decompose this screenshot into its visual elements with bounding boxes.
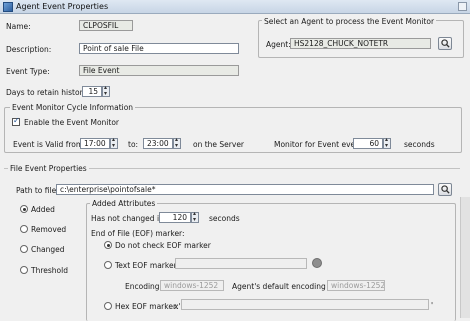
eof-text-option-button	[312, 258, 322, 268]
hex-suffix: '	[431, 301, 434, 310]
eof-hex-radio[interactable]	[104, 302, 112, 310]
on-server-label: on the Server	[193, 140, 245, 149]
close-icon[interactable]	[458, 2, 467, 11]
mode-threshold-label: Threshold	[31, 266, 68, 275]
magnifier-icon	[441, 39, 450, 48]
monitor-every-label: Monitor for Event every:	[274, 140, 365, 149]
not-changed-spinner[interactable]	[191, 210, 199, 223]
valid-to-input[interactable]: 23:00	[143, 138, 173, 149]
path-input[interactable]: c:\enterprise\pointofsale*	[56, 184, 434, 195]
enable-monitor-checkbox[interactable]	[12, 116, 20, 126]
not-changed-input[interactable]: 120	[159, 212, 191, 223]
cycle-group-legend: Event Monitor Cycle Information	[10, 103, 136, 112]
eof-text-radio[interactable]	[104, 261, 112, 269]
name-field: CLPOSFIL	[79, 20, 133, 31]
eof-text-label: Text EOF marker:	[115, 261, 180, 270]
path-browse-button[interactable]	[438, 183, 452, 196]
agent-search-button[interactable]	[438, 37, 452, 50]
event-type-label: Event Type:	[6, 67, 50, 76]
title-bar: Agent Event Properties	[0, 0, 470, 14]
valid-from-spinner[interactable]	[110, 136, 118, 149]
not-changed-seconds-label: seconds	[209, 214, 240, 223]
agent-label: Agent:	[266, 40, 291, 49]
eof-hex-input	[181, 299, 429, 310]
valid-from-input[interactable]: 17:00	[80, 138, 110, 149]
days-retain-input[interactable]: 15	[82, 86, 102, 97]
vertical-scrollbar[interactable]	[460, 197, 470, 318]
description-input[interactable]: Point of sale File	[79, 43, 239, 54]
description-label: Description:	[6, 45, 52, 54]
days-retain-spinner[interactable]	[102, 84, 110, 97]
path-label: Path to file:	[16, 186, 59, 195]
default-encoding-field: windows-1252	[327, 280, 385, 291]
file-event-legend: File Event Properties	[8, 164, 89, 173]
agent-field: HS2128_CHUCK_NOTETR	[290, 38, 431, 49]
valid-from-label: Event is Valid from:	[13, 140, 86, 149]
encoding-label: Encoding:	[125, 282, 163, 291]
monitor-seconds-label: seconds	[404, 140, 435, 149]
mode-changed-radio[interactable]	[20, 245, 28, 253]
name-label: Name:	[6, 22, 31, 31]
eof-text-input	[175, 258, 307, 269]
mode-removed-radio[interactable]	[20, 225, 28, 233]
window-title: Agent Event Properties	[16, 2, 109, 11]
not-changed-label: Has not changed in:	[91, 214, 167, 223]
mode-added-label: Added	[31, 205, 55, 214]
enable-monitor-label: Enable the Event Monitor	[24, 118, 120, 127]
monitor-interval-input[interactable]: 60	[353, 138, 383, 149]
mode-added-radio[interactable]	[20, 205, 28, 213]
default-encoding-label: Agent's default encoding is:	[232, 282, 337, 291]
hex-prefix: x'	[174, 302, 181, 311]
encoding-select: windows-1252	[160, 280, 224, 291]
eof-marker-label: End of File (EOF) marker:	[91, 229, 185, 238]
mode-threshold-radio[interactable]	[20, 266, 28, 274]
valid-to-spinner[interactable]	[173, 136, 181, 149]
eof-none-radio[interactable]	[104, 241, 112, 249]
to-label: to:	[128, 140, 139, 149]
eof-hex-label: Hex EOF marker:	[115, 302, 179, 311]
magnifier-icon	[441, 185, 450, 194]
agent-group-legend: Select an Agent to process the Event Mon…	[262, 17, 437, 26]
added-attributes-legend: Added Attributes	[90, 199, 158, 208]
monitor-interval-spinner[interactable]	[383, 136, 391, 149]
mode-removed-label: Removed	[31, 225, 67, 234]
app-icon	[3, 2, 13, 12]
days-retain-label: Days to retain history:	[6, 88, 90, 97]
mode-changed-label: Changed	[31, 245, 65, 254]
event-type-field: File Event	[79, 65, 239, 76]
eof-none-label: Do not check EOF marker	[115, 241, 211, 250]
